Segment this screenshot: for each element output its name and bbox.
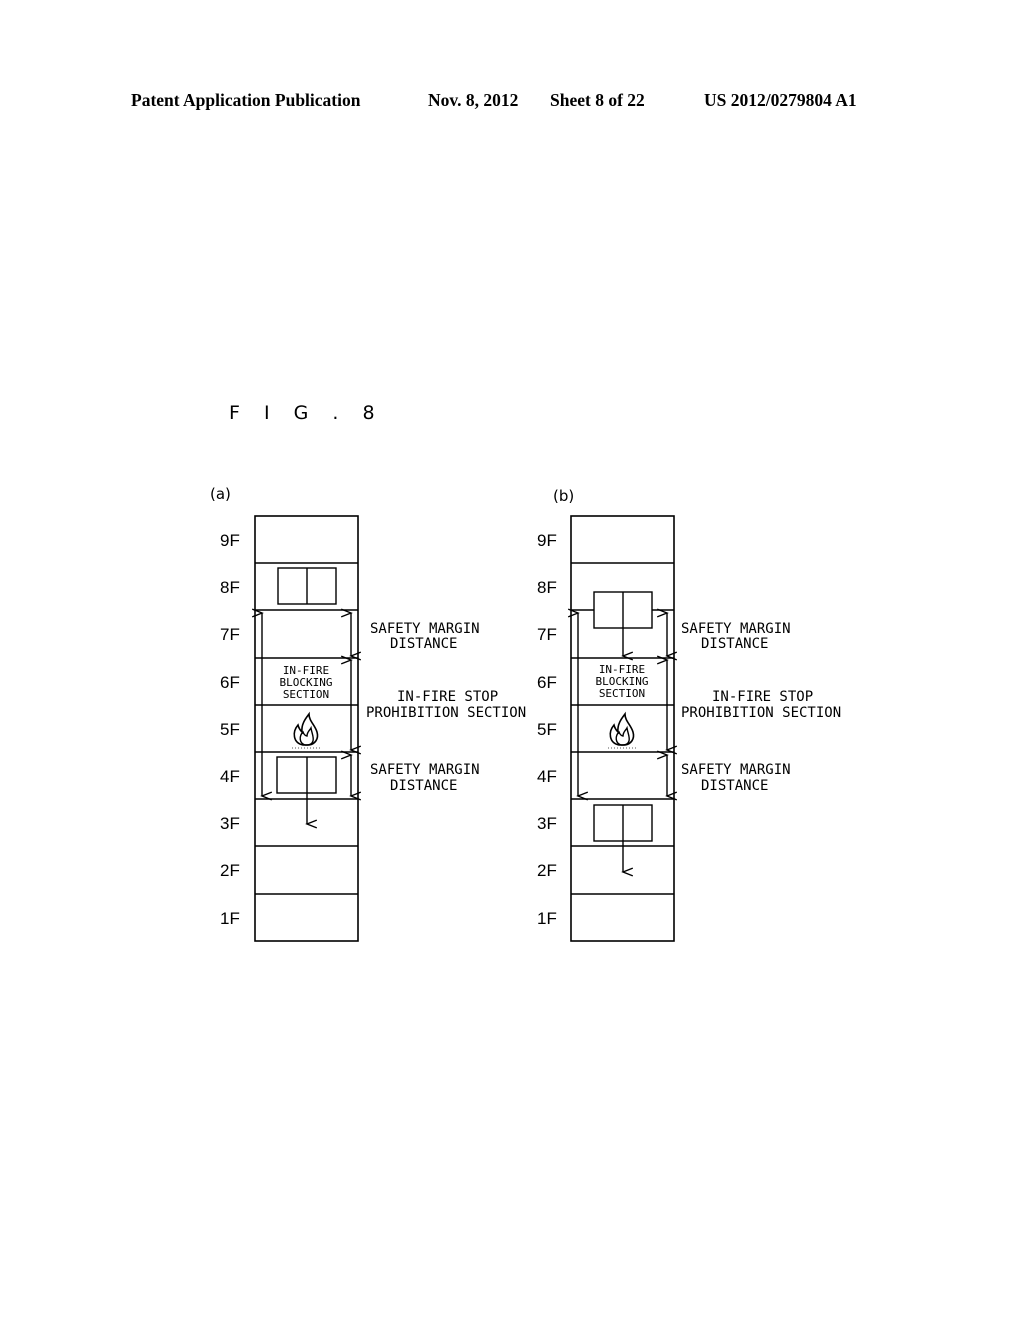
floor-label-9f: 9F xyxy=(220,531,240,550)
floor-label-3f: 3F xyxy=(537,814,557,833)
floor-label-6f: 6F xyxy=(220,673,240,692)
floor-label-9f: 9F xyxy=(537,531,557,550)
elevator-car-icon xyxy=(593,804,653,877)
stop-prohibition-label: PROHIBITION SECTION xyxy=(681,705,841,721)
safety-margin-upper-label: SAFETY MARGIN xyxy=(681,621,791,637)
fire-icon xyxy=(292,711,321,749)
floor-label-4f: 4F xyxy=(220,767,240,786)
fire-icon xyxy=(608,711,637,749)
floor-label-7f: 7F xyxy=(220,625,240,644)
floor-label-7f: 7F xyxy=(537,625,557,644)
safety-margin-upper-label: SAFETY MARGIN xyxy=(370,621,480,637)
safety-margin-lower-label: SAFETY MARGIN xyxy=(681,762,791,778)
floor-label-8f: 8F xyxy=(537,578,557,597)
floor-label-5f: 5F xyxy=(537,720,557,739)
blocking-section-label: SECTION xyxy=(599,687,645,700)
stop-prohibition-label: IN-FIRE STOP xyxy=(712,689,813,705)
safety-margin-lower-label: SAFETY MARGIN xyxy=(370,762,480,778)
floor-label-6f: 6F xyxy=(537,673,557,692)
floor-label-3f: 3F xyxy=(220,814,240,833)
panel-b: 9F 8F 7F 6F 5F 4F 3F 2F 1F IN-FIRE BLOCK… xyxy=(537,515,841,942)
floor-label-2f: 2F xyxy=(537,861,557,880)
floor-dividers-a xyxy=(255,562,358,895)
stop-prohibition-label: PROHIBITION SECTION xyxy=(366,705,526,721)
stop-prohibition-label: IN-FIRE STOP xyxy=(397,689,498,705)
safety-margin-upper-label: DISTANCE xyxy=(390,636,457,652)
elevator-car-icon xyxy=(276,756,337,829)
safety-margin-upper-label: DISTANCE xyxy=(701,636,768,652)
figure-diagram: 9F 8F 7F 6F 5F 4F 3F 2F 1F IN-FIRE BLOCK… xyxy=(220,515,841,942)
floor-label-8f: 8F xyxy=(220,578,240,597)
panel-a: 9F 8F 7F 6F 5F 4F 3F 2F 1F IN-FIRE BLOCK… xyxy=(220,515,526,942)
floor-label-5f: 5F xyxy=(220,720,240,739)
floor-label-4f: 4F xyxy=(537,767,557,786)
elevator-car-icon xyxy=(593,591,653,661)
safety-margin-lower-label: DISTANCE xyxy=(701,778,768,794)
elevator-car-icon xyxy=(277,567,337,605)
floor-label-1f: 1F xyxy=(220,909,240,928)
building-b-outline xyxy=(570,515,675,942)
floor-label-2f: 2F xyxy=(220,861,240,880)
safety-margin-lower-label: DISTANCE xyxy=(390,778,457,794)
blocking-section-label: SECTION xyxy=(283,688,329,701)
floor-label-1f: 1F xyxy=(537,909,557,928)
